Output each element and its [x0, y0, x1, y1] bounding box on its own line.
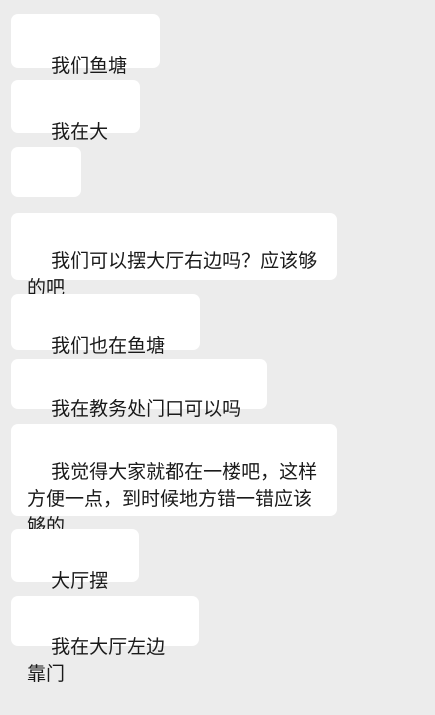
message-text: 我们可以摆大厅右边吗？应该够的吧: [27, 250, 318, 299]
chat-history: 我们鱼塘左边 我在大门口 好哒 我们可以摆大厅右边吗？应该够的吧 我们也在鱼塘左…: [0, 0, 435, 685]
message-bubble[interactable]: 我在教务处门口可以吗: [11, 359, 267, 446]
message-text: 我在大厅左边靠门: [27, 636, 166, 685]
message-bubble[interactable]: 我们鱼塘左边: [11, 14, 160, 104]
message-bubble[interactable]: 我们也在鱼塘左边: [11, 294, 200, 384]
message-bubble[interactable]: 我在大厅左边靠门: [11, 596, 199, 685]
message-bubble[interactable]: 我们可以摆大厅右边吗？应该够的吧: [11, 213, 337, 299]
message-bubble[interactable]: 我觉得大家就都在一楼吧，这样方便一点，到时候地方错一错应该够的: [11, 424, 337, 537]
message-text: 我在教务处门口可以吗: [51, 398, 242, 420]
message-bubble[interactable]: 我在大门口: [11, 80, 140, 170]
message-bubble[interactable]: 好哒: [11, 147, 81, 237]
message-bubble[interactable]: 大厅摆点呗: [11, 529, 139, 619]
message-text: 我觉得大家就都在一楼吧，这样方便一点，到时候地方错一错应该够的: [27, 461, 318, 537]
